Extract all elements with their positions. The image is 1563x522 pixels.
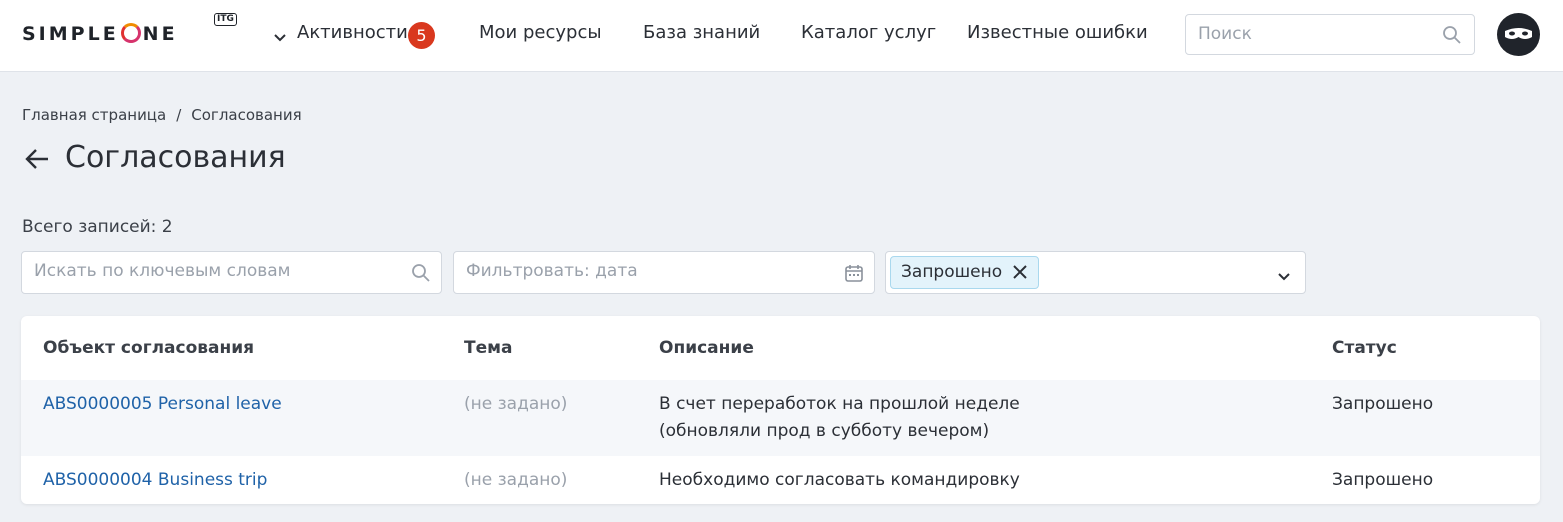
approvals-table: Объект согласования Тема Описание Статус… — [21, 316, 1540, 504]
status-chip: Запрошено — [890, 256, 1040, 291]
table-row[interactable]: ABS0000005 Personal leave (не задано) В … — [21, 380, 1540, 456]
row-subject: (не задано) — [464, 470, 568, 490]
row-description-line: (обновляли прод в субботу вечером) — [659, 421, 990, 441]
keyword-search-field — [21, 251, 442, 294]
column-header-description[interactable]: Описание — [659, 338, 754, 358]
calendar-icon[interactable] — [844, 263, 864, 287]
nav-my-resources[interactable]: Мои ресурсы — [479, 22, 602, 43]
row-description-line: В счет переработок на прошлой неделе — [659, 394, 1020, 414]
date-filter-field — [453, 251, 875, 294]
logo-text-end: NE — [142, 23, 178, 45]
nav-service-catalog[interactable]: Каталог услуг — [801, 22, 936, 43]
search-icon[interactable] — [411, 263, 431, 287]
nav-activities[interactable]: Активности — [297, 22, 408, 43]
page-title: Согласования — [65, 140, 286, 175]
row-description: Необходимо согласовать командировку — [659, 470, 1020, 490]
records-total: Всего записей: 2 — [22, 217, 173, 237]
chevron-down-icon[interactable] — [273, 28, 287, 47]
nav-known-errors[interactable]: Известные ошибки — [967, 22, 1148, 43]
chevron-down-icon[interactable] — [1277, 267, 1291, 286]
logo-wordmark: SIMPLE NE — [22, 23, 178, 45]
row-status: Запрошено — [1332, 470, 1434, 490]
close-icon[interactable] — [1012, 260, 1028, 291]
activities-count-badge: 5 — [408, 22, 435, 49]
avatar-mask-icon — [1505, 28, 1532, 39]
status-chip-label: Запрошено — [901, 262, 1003, 282]
row-description: В счет переработок на прошлой неделе (об… — [659, 391, 1020, 445]
logo-badge: ITG — [214, 13, 237, 26]
status-filter-select[interactable]: Запрошено — [885, 251, 1306, 294]
breadcrumb-current: Согласования — [191, 106, 302, 124]
breadcrumb: Главная страница / Согласования — [22, 106, 302, 124]
logo-o-mark — [120, 23, 141, 43]
nav-knowledge-base[interactable]: База знаний — [643, 22, 760, 43]
global-search — [1185, 14, 1475, 55]
column-header-subject[interactable]: Тема — [464, 338, 513, 358]
logo-text-start: SIMPLE — [22, 23, 119, 45]
row-subject: (не задано) — [464, 394, 568, 414]
column-header-status[interactable]: Статус — [1332, 338, 1397, 358]
table-row[interactable]: ABS0000004 Business trip (не задано) Нео… — [21, 456, 1540, 504]
row-status: Запрошено — [1332, 394, 1434, 414]
arrow-left-icon[interactable] — [24, 147, 50, 175]
date-filter-input[interactable] — [466, 261, 836, 281]
column-header-object[interactable]: Объект согласования — [43, 338, 254, 358]
search-icon[interactable] — [1442, 25, 1462, 49]
keyword-search-input[interactable] — [34, 261, 404, 281]
global-search-input[interactable] — [1198, 24, 1428, 44]
row-object-link[interactable]: ABS0000004 Business trip — [43, 470, 267, 490]
user-avatar[interactable] — [1497, 13, 1540, 56]
top-header: SIMPLE NE ITG Активности 5 Мои ресурсы Ба… — [0, 0, 1563, 72]
row-object-link[interactable]: ABS0000005 Personal leave — [43, 394, 282, 414]
breadcrumb-home[interactable]: Главная страница — [22, 106, 166, 124]
breadcrumb-separator: / — [176, 106, 182, 124]
